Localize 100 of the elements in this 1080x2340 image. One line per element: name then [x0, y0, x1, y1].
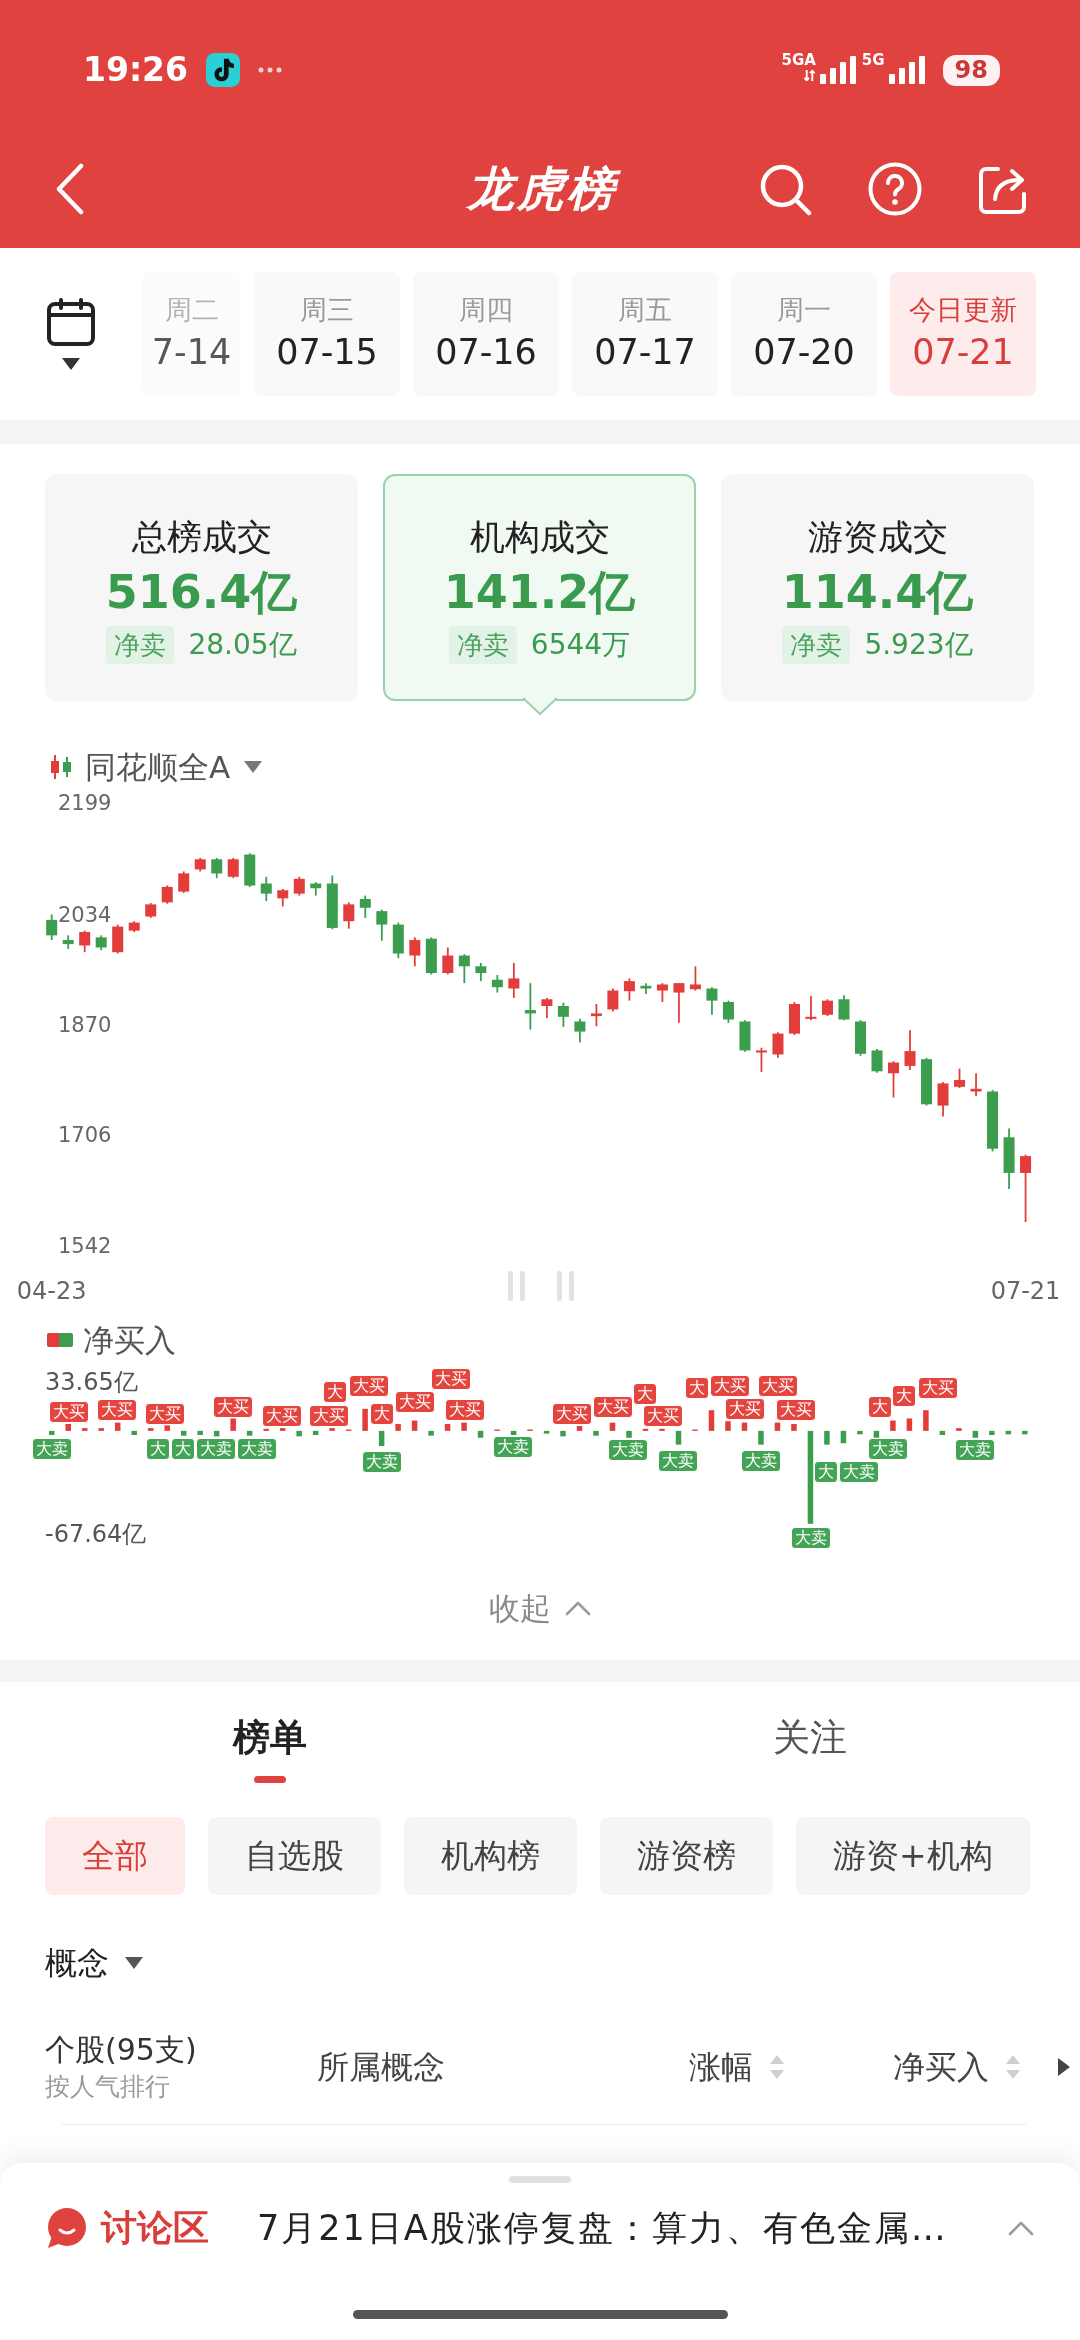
date-tab[interactable]: 周一 07-20	[731, 272, 877, 396]
candlestick	[673, 982, 685, 1024]
net-buy-bar	[1022, 1430, 1028, 1435]
candlestick	[244, 852, 256, 888]
net-buy-bar	[49, 1430, 55, 1435]
trade-amount: 114.4亿	[781, 563, 974, 621]
filter-chip[interactable]: 自选股	[208, 1817, 381, 1895]
net-buy-bar	[114, 1422, 121, 1431]
filter-chip[interactable]: 游资+机构	[796, 1817, 1030, 1895]
caret-down-icon[interactable]	[125, 1956, 143, 1969]
candlestick	[524, 982, 536, 1031]
candlestick	[1003, 1127, 1015, 1190]
buy-tag: 大买	[48, 1401, 89, 1424]
buy-tag: 大	[370, 1402, 395, 1425]
net-buy-bar	[279, 1428, 286, 1431]
buy-tag: 大买	[262, 1404, 303, 1427]
candlestick	[838, 994, 850, 1022]
filter-chip[interactable]: 机构榜	[404, 1817, 577, 1895]
buy-tag: 大买	[444, 1399, 485, 1422]
column-header[interactable]: 涨幅	[689, 2046, 753, 2088]
filter-chip[interactable]: 全部	[45, 1817, 185, 1895]
sell-tag: 大卖	[741, 1449, 781, 1472]
candlestick	[178, 870, 190, 894]
help-icon[interactable]	[868, 162, 922, 216]
chevron-up-icon[interactable]	[565, 1600, 591, 1616]
net-buy-bar	[890, 1420, 896, 1431]
candlestick	[739, 1019, 751, 1053]
candlestick	[194, 857, 206, 873]
chevron-up-icon[interactable]	[1008, 2220, 1034, 2236]
buy-tag: 大买	[775, 1399, 816, 1422]
section-label[interactable]: 讨论区	[101, 2205, 209, 2251]
summary-card[interactable]: 总榜成交 516.4亿 净卖 28.05亿	[45, 474, 358, 701]
net-buy-bar	[939, 1430, 946, 1435]
date-tab[interactable]: 周三 07-15	[254, 272, 400, 396]
sell-tag: 大卖	[658, 1449, 699, 1472]
net-buy-bar	[296, 1430, 302, 1437]
net-buy-bar	[378, 1430, 385, 1446]
summary-card[interactable]: 游资成交 114.4亿 净卖 5.923亿	[721, 474, 1034, 701]
news-headline[interactable]: 7月21日A股涨停复盘：算力、有色金属…	[257, 2205, 1008, 2251]
net-buy-bar	[147, 1428, 154, 1431]
candlestick	[871, 1048, 883, 1074]
sell-tag: 大	[170, 1437, 195, 1460]
sell-tag: 大卖	[608, 1439, 649, 1462]
category-dropdown[interactable]: 概念	[45, 1941, 143, 1984]
net-buy-bar	[675, 1430, 682, 1445]
net-buy-bar	[428, 1430, 434, 1436]
candlestick	[343, 901, 355, 930]
candlestick	[921, 1056, 933, 1107]
sell-tag: 大卖	[954, 1439, 995, 1462]
index-selector[interactable]: 同花顺全A	[85, 750, 263, 784]
back-icon[interactable]	[55, 163, 85, 215]
filter-chip[interactable]: 游资榜	[600, 1817, 773, 1895]
candlestick	[722, 999, 734, 1024]
music-note-icon[interactable]	[206, 53, 241, 87]
candlestick	[359, 894, 371, 919]
tab[interactable]: 榜单	[233, 1713, 307, 1795]
caret-right-icon[interactable]	[1057, 2057, 1071, 2077]
drag-handle-icon[interactable]	[506, 1269, 576, 1303]
buy-tag: 大买	[212, 1395, 253, 1418]
candlestick	[855, 1019, 866, 1057]
net-buy-bar	[65, 1424, 71, 1431]
drag-handle-icon[interactable]	[509, 2176, 571, 2183]
sell-tag: 大	[145, 1437, 170, 1460]
search-icon[interactable]	[758, 162, 812, 216]
caret-down-icon[interactable]	[62, 358, 80, 370]
buy-tag: 大	[685, 1377, 709, 1400]
column-note: 按人气排行	[45, 2071, 170, 2103]
net-amount: 6544万	[530, 626, 631, 663]
calendar-icon[interactable]	[46, 298, 96, 346]
net-buy-bar	[989, 1430, 995, 1435]
net-buy-bar	[1005, 1430, 1012, 1435]
net-buy-bar	[312, 1430, 319, 1435]
chat-bubble-icon[interactable]	[45, 2207, 87, 2249]
candlestick	[211, 857, 223, 880]
date-tab[interactable]: 今日更新 07-21	[890, 272, 1036, 396]
network-label: 5G	[861, 51, 885, 69]
candlestick	[227, 857, 239, 880]
net-buy-bar	[81, 1428, 88, 1431]
candlestick	[954, 1067, 966, 1089]
candlestick	[46, 913, 58, 941]
column-header[interactable]: 净买入	[893, 2046, 989, 2088]
tab-underline	[254, 1776, 286, 1783]
net-buy-bar	[873, 1430, 880, 1438]
buy-tag: 大买	[309, 1404, 350, 1427]
date-tab[interactable]: 周四 07-16	[413, 272, 559, 396]
candlestick	[128, 920, 140, 933]
candlestick	[689, 965, 701, 992]
candlestick	[640, 982, 652, 995]
axis-label: 33.65亿	[45, 1368, 138, 1396]
date-tab[interactable]: 周五 07-17	[572, 272, 718, 396]
candlestick	[706, 986, 718, 1016]
card-title: 机构成交	[469, 515, 610, 559]
buy-tag: 大买	[431, 1368, 472, 1391]
candlestick	[95, 934, 107, 952]
candlestick	[607, 987, 619, 1013]
legend-label: 净买入	[83, 1321, 176, 1360]
buy-tag: 大	[892, 1385, 917, 1408]
net-buy-bar	[824, 1430, 830, 1445]
sell-tag: 大卖	[195, 1437, 236, 1460]
tab[interactable]: 关注	[773, 1713, 847, 1795]
